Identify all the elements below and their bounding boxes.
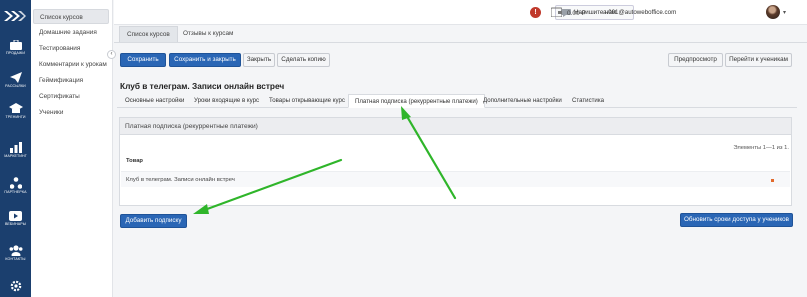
rail-item-label: ВЕБИНАРЫ	[4, 222, 27, 226]
submenu-item-comments[interactable]: Комментарии к урокам	[33, 57, 109, 72]
rail-item-label: РАССЫЛКИ	[5, 84, 26, 88]
paper-plane-icon	[9, 72, 22, 83]
delete-icon[interactable]	[771, 179, 774, 182]
rail-item-label: ТРЕНИНГИ	[5, 115, 26, 119]
submenu-item-homework[interactable]: Домашние задания	[33, 25, 109, 40]
submenu-item-tests[interactable]: Тестирования	[33, 41, 109, 56]
gear-icon	[10, 280, 21, 292]
tab-main-settings[interactable]: Основные настройки	[125, 94, 184, 108]
balance-value[interactable]: 0.00 ₽	[567, 9, 586, 17]
table-row[interactable]: Клуб в телеграм. Записи онлайн встреч	[121, 171, 790, 187]
rail-item-label: КОНТАКТЫ	[5, 257, 26, 261]
bar-chart-icon	[9, 142, 22, 153]
submenu-item-certificates[interactable]: Сертификаты	[33, 89, 109, 104]
tab-additional-settings[interactable]: Дополнительные настройки	[483, 94, 562, 108]
wallet-icon[interactable]	[551, 7, 562, 17]
tab-paid-subscription[interactable]: Платная подписка (рекуррентные платежи)	[348, 94, 485, 108]
rail-item-trainings[interactable]: ТРЕНИНГИ	[0, 103, 31, 119]
network-icon	[9, 177, 22, 189]
save-and-close-button[interactable]: Сохранить и закрыть	[169, 53, 241, 67]
close-button[interactable]: Закрыть	[243, 53, 275, 67]
add-subscription-button[interactable]: Добавить подписку	[120, 214, 187, 228]
logo-icon[interactable]	[4, 10, 26, 22]
tab-statistics[interactable]: Статистика	[572, 94, 604, 108]
submenu-item-students[interactable]: Ученики	[33, 105, 109, 120]
rail-item-label: ПРОДАЖИ	[5, 51, 26, 55]
top-header: Напишите нам	[114, 0, 807, 25]
chevron-down-icon[interactable]: ▾	[783, 9, 786, 16]
tab-course-list[interactable]: Список курсов	[119, 26, 178, 42]
tab-opening-products[interactable]: Товары открывающие курс	[269, 94, 345, 108]
avatar[interactable]	[766, 5, 780, 19]
go-to-students-button[interactable]: Перейти к ученикам	[725, 53, 792, 67]
preview-button[interactable]: Предпросмотр	[668, 53, 723, 67]
rail-item-marketing[interactable]: МАРКЕТИНГ	[0, 142, 31, 158]
save-button[interactable]: Сохранить	[120, 53, 166, 67]
rail-item-partners[interactable]: ПАРТНЕРКА	[0, 177, 31, 194]
items-count: Элементы 1—1 из 1.	[733, 145, 789, 151]
rail-item-mailings[interactable]: РАССЫЛКИ	[0, 72, 31, 88]
submenu-item-gamification[interactable]: Геймификация	[33, 73, 109, 88]
alert-icon[interactable]: !	[530, 7, 541, 18]
tabs-divider	[114, 42, 807, 43]
rail-item-webinars[interactable]: ВЕБИНАРЫ	[0, 211, 31, 226]
product-cell: Клуб в телеграм. Записи онлайн встреч	[126, 177, 235, 183]
video-play-icon	[9, 211, 22, 221]
briefcase-icon	[9, 40, 22, 50]
graduation-cap-icon	[8, 103, 23, 113]
tab-course-lessons[interactable]: Уроки входящие в курс	[194, 94, 259, 108]
update-access-button[interactable]: Обновить сроки доступа у учеников	[680, 213, 793, 227]
page-title: Клуб в телеграм. Записи онлайн встреч	[120, 81, 285, 91]
main-nav-rail: ПРОДАЖИ РАССЫЛКИ ТРЕНИНГИ МАРКЕТИНГ ПАРТ…	[0, 0, 31, 297]
courses-submenu: Список курсов Домашние задания Тестирова…	[31, 0, 113, 297]
column-header-product: Товар	[126, 158, 143, 164]
make-copy-button[interactable]: Сделать копию	[277, 53, 330, 67]
rail-item-settings[interactable]	[0, 280, 31, 292]
rail-item-label: МАРКЕТИНГ	[4, 154, 27, 158]
rail-item-label: ПАРТНЕРКА	[4, 190, 27, 194]
users-icon	[9, 245, 22, 256]
rail-item-sales[interactable]: ПРОДАЖИ	[0, 40, 31, 55]
tab-course-reviews[interactable]: Отзывы к курсам	[176, 26, 240, 42]
panel-title: Платная подписка (рекуррентные платежи)	[120, 118, 791, 135]
submenu-item-course-list[interactable]: Список курсов	[33, 9, 109, 24]
collapse-menu-button[interactable]: ‹	[107, 50, 116, 59]
rail-item-contacts[interactable]: КОНТАКТЫ	[0, 245, 31, 261]
user-email[interactable]: a.001@autowebоffice.com	[603, 9, 676, 16]
subscription-panel: Платная подписка (рекуррентные платежи) …	[119, 117, 792, 206]
